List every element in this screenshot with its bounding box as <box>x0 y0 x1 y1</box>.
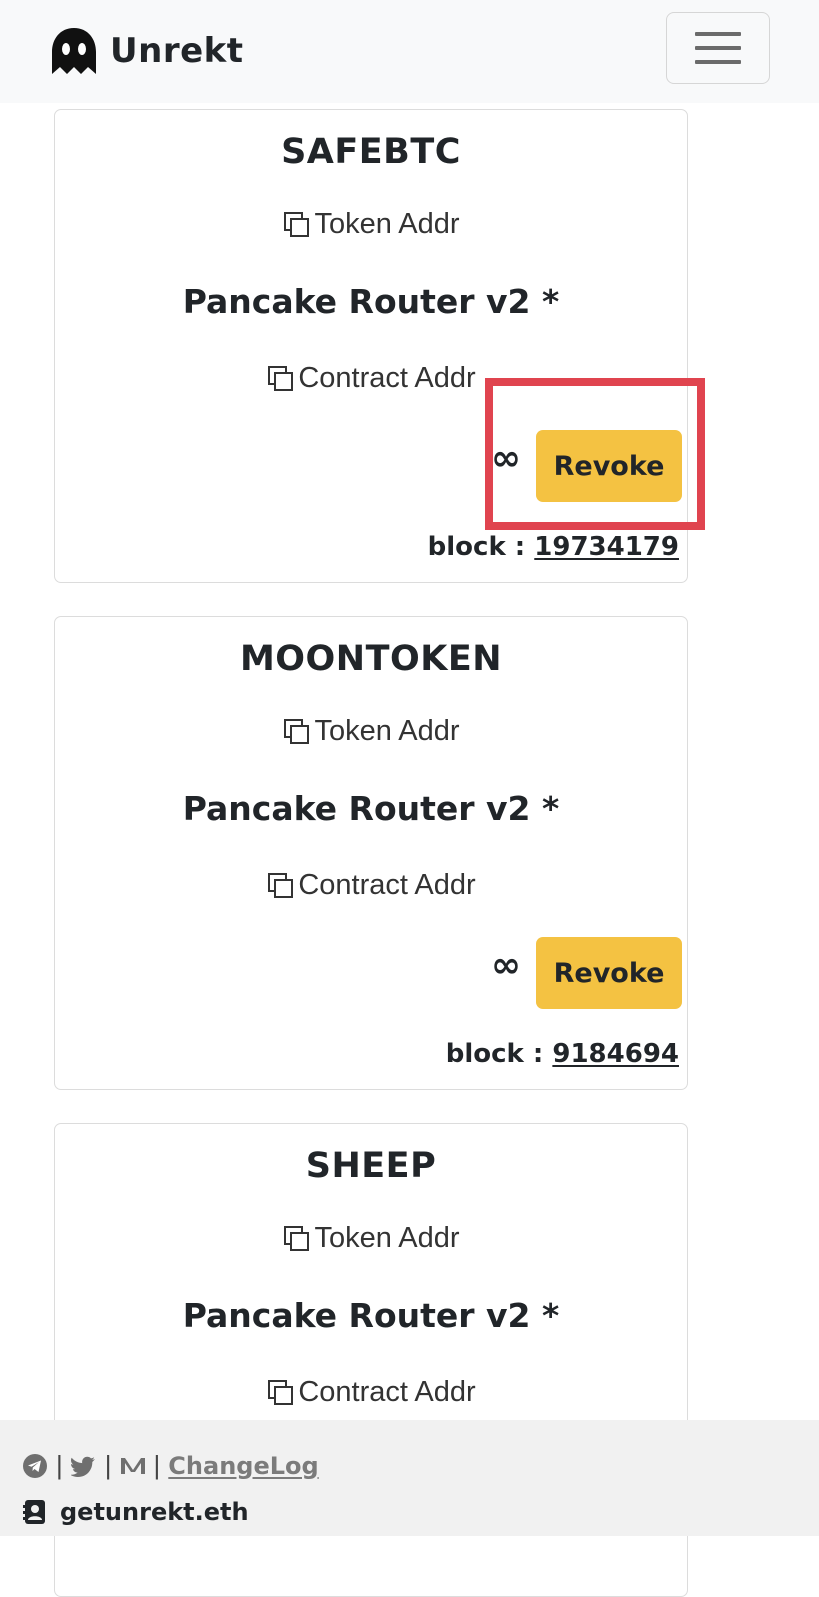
allowance-value: ∞ <box>491 945 521 986</box>
block-label: block : <box>445 1039 544 1069</box>
separator: | <box>104 1450 112 1480</box>
contract-addr-label: Contract Addr <box>298 362 476 394</box>
changelog-link[interactable]: ChangeLog <box>168 1452 318 1480</box>
copy-icon <box>284 211 310 237</box>
token-address-copy[interactable]: Token Addr <box>55 715 687 748</box>
token-name: MOONTOKEN <box>239 639 503 679</box>
token-addr-label: Token Addr <box>314 1222 460 1254</box>
copy-icon <box>284 1225 310 1251</box>
brand-name: Unrekt <box>110 31 244 71</box>
spender-name: Pancake Router v2 * <box>182 789 560 828</box>
footer-links: | | | ChangeLog <box>22 1450 319 1481</box>
approval-card: MOONTOKEN Token Addr Pancake Router v2 *… <box>54 616 688 1090</box>
brand-link[interactable]: Unrekt <box>48 24 244 78</box>
copy-icon <box>268 365 294 391</box>
contract-addr-label: Contract Addr <box>298 869 476 901</box>
token-name: SAFEBTC <box>281 132 461 172</box>
copy-icon <box>268 1379 294 1405</box>
telegram-icon[interactable] <box>22 1453 48 1479</box>
ens-name[interactable]: getunrekt.eth <box>60 1498 249 1526</box>
token-name: SHEEP <box>305 1146 437 1186</box>
highlight-annotation <box>485 378 705 530</box>
spender-name: Pancake Router v2 * <box>182 1296 560 1335</box>
block-label: block : <box>427 532 526 562</box>
block-number-link[interactable]: 19734179 <box>534 532 679 562</box>
block-info: block : 19734179 <box>428 532 679 562</box>
copy-icon <box>284 718 310 744</box>
separator: | <box>56 1450 63 1480</box>
token-addr-label: Token Addr <box>314 208 460 240</box>
contract-addr-label: Contract Addr <box>298 1376 476 1408</box>
block-number-link[interactable]: 9184694 <box>552 1039 679 1069</box>
token-address-copy[interactable]: Token Addr <box>55 1222 687 1255</box>
separator: | <box>153 1450 161 1480</box>
ghost-icon <box>52 28 96 74</box>
contract-address-copy[interactable]: Contract Addr <box>55 1376 687 1409</box>
twitter-icon[interactable] <box>70 1453 97 1479</box>
contact-card-icon <box>23 1500 45 1524</box>
token-addr-label: Token Addr <box>314 715 460 747</box>
medium-icon[interactable] <box>120 1453 146 1479</box>
navbar: Unrekt <box>0 0 819 103</box>
copy-icon <box>268 872 294 898</box>
menu-toggle-button[interactable] <box>666 12 770 84</box>
block-info: block : 9184694 <box>446 1039 679 1069</box>
token-address-copy[interactable]: Token Addr <box>55 208 687 241</box>
revoke-button[interactable]: Revoke <box>536 937 682 1009</box>
contract-address-copy[interactable]: Contract Addr <box>55 869 687 902</box>
spender-name: Pancake Router v2 * <box>182 282 560 321</box>
hamburger-icon <box>695 32 741 36</box>
ens-info: getunrekt.eth <box>22 1498 249 1526</box>
footer: | | | ChangeLog getunrekt.eth <box>0 1420 819 1536</box>
